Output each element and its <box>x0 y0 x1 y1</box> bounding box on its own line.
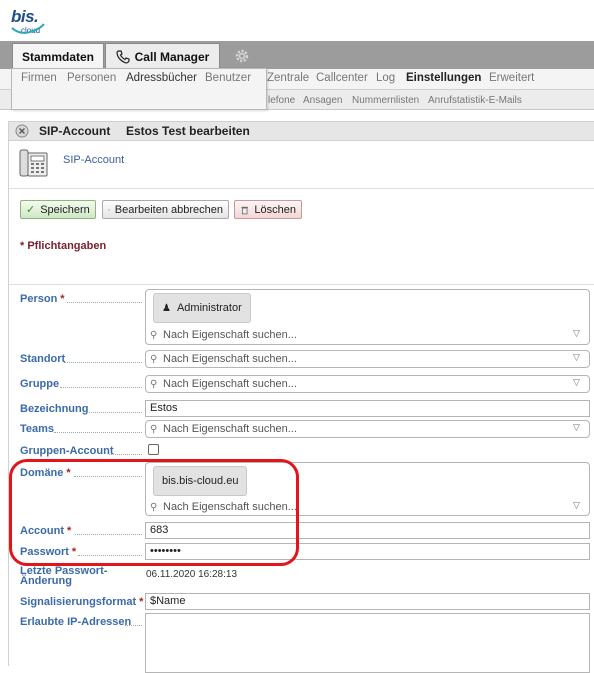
signalisierungsformat-input[interactable]: $Name <box>145 593 590 610</box>
letzte-aenderung-value: 06.11.2020 16:28:13 <box>146 569 238 580</box>
gruppe-label: Gruppe <box>20 378 60 390</box>
tab-call-manager[interactable]: Call Manager <box>105 43 220 70</box>
subnav2-item-telefone[interactable]: lefone <box>268 95 295 106</box>
required-fields-note: * Pflichtangaben <box>20 240 107 252</box>
dotted-leader <box>125 625 142 626</box>
save-button-label: Speichern <box>40 203 90 216</box>
dotted-leader <box>54 432 142 433</box>
section-label: SIP-Account <box>63 154 125 166</box>
divider <box>9 284 594 285</box>
erlaubte-ip-label: Erlaubte IP-Adressen <box>20 616 132 628</box>
subnav-item-callcenter[interactable]: Callcenter <box>316 72 368 84</box>
panel-subtitle: Estos Test bearbeiten <box>126 124 250 138</box>
erlaubte-ip-textarea[interactable] <box>145 613 590 673</box>
chevron-down-icon[interactable]: ▽ <box>573 500 580 511</box>
chevron-down-icon[interactable]: ▽ <box>573 328 580 339</box>
cancel-edit-button-label: Bearbeiten abbrechen <box>114 203 223 216</box>
subnav-item-erweitert[interactable]: Erweitert <box>489 72 534 84</box>
search-icon: ⚲ <box>150 424 158 435</box>
phone-handset-icon <box>116 50 130 64</box>
delete-button[interactable]: Löschen <box>234 200 302 219</box>
chevron-down-icon[interactable]: ▽ <box>573 422 580 433</box>
subnav2-item-ansagen[interactable]: Ansagen <box>303 95 342 106</box>
dotted-leader <box>109 454 142 455</box>
letzte-aenderung-label: Letzte Passwort- Änderung <box>20 565 108 587</box>
search-icon: ⚲ <box>150 330 158 341</box>
highlight-annotation <box>9 459 299 566</box>
dropdown-item-benutzer[interactable]: Benutzer <box>205 72 251 84</box>
dotted-leader <box>64 362 142 363</box>
panel-title: SIP-Account <box>39 124 111 138</box>
phone-icon <box>19 149 48 177</box>
bezeichnung-label: Bezeichnung <box>20 403 89 415</box>
gruppe-search-placeholder: Nach Eigenschaft suchen... <box>163 378 297 390</box>
teams-search-placeholder: Nach Eigenschaft suchen... <box>163 423 297 435</box>
dropdown-item-firmen[interactable]: Firmen <box>21 72 57 84</box>
save-button[interactable]: ✓ Speichern <box>20 200 96 219</box>
tab-stammdaten-label: Stammdaten <box>21 50 95 64</box>
person-chip-label: Administrator <box>176 302 242 314</box>
signalisierungsformat-label: Signalisierungsformat * <box>20 596 144 608</box>
person-chip[interactable]: ♟ Administrator <box>153 293 251 323</box>
search-icon: ⚲ <box>150 354 158 365</box>
subnav2-item-anrufstatistik[interactable]: Anrufstatistik-E-Mails <box>428 95 522 106</box>
gruppen-account-label: Gruppen-Account <box>20 445 114 457</box>
check-icon: ✓ <box>26 204 36 216</box>
person-search-placeholder[interactable]: Nach Eigenschaft suchen... <box>163 329 297 341</box>
trash-icon <box>241 206 248 214</box>
teams-label: Teams <box>20 423 55 435</box>
standort-label: Standort <box>20 353 66 365</box>
person-label: Person * <box>20 293 65 305</box>
dotted-leader <box>87 412 142 413</box>
subnav2-item-nummernlisten[interactable]: Nummernlisten <box>352 95 419 106</box>
user-icon: ♟ <box>162 302 171 314</box>
gruppen-account-checkbox[interactable] <box>148 444 159 455</box>
delete-button-label: Löschen <box>254 203 296 216</box>
cancel-circle-icon <box>108 208 110 211</box>
chevron-down-icon[interactable]: ▽ <box>573 377 580 388</box>
gear-icon[interactable] <box>233 47 251 65</box>
subnav-item-zentrale[interactable]: Zentrale <box>267 72 309 84</box>
dotted-leader <box>67 302 142 303</box>
search-icon: ⚲ <box>150 379 158 390</box>
chevron-down-icon[interactable]: ▽ <box>573 352 580 363</box>
standort-search-placeholder: Nach Eigenschaft suchen... <box>163 353 297 365</box>
close-circle-icon[interactable] <box>15 124 29 138</box>
dropdown-item-adressbuecher[interactable]: Adressbücher <box>126 72 197 84</box>
logo-swoosh <box>11 23 45 34</box>
subnav-item-log[interactable]: Log <box>376 72 395 84</box>
divider <box>9 188 594 189</box>
cancel-edit-button[interactable]: Bearbeiten abbrechen <box>102 200 229 219</box>
bezeichnung-input[interactable]: Estos <box>145 400 590 417</box>
dropdown-item-personen[interactable]: Personen <box>67 72 116 84</box>
subnav-item-einstellungen[interactable]: Einstellungen <box>406 72 481 84</box>
tab-stammdaten[interactable]: Stammdaten <box>12 43 104 70</box>
dotted-leader <box>60 387 142 388</box>
tab-call-manager-label: Call Manager <box>134 50 210 64</box>
